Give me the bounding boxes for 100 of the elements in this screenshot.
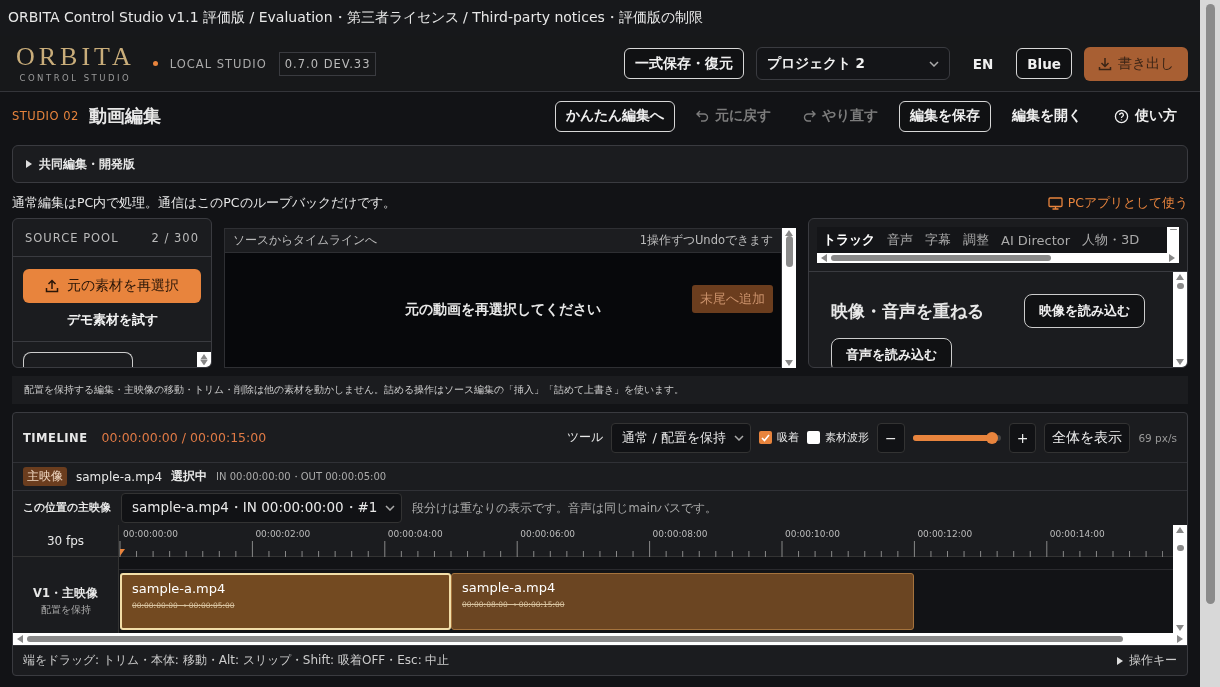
scroll-thumb[interactable] [27,636,1123,642]
import-button[interactable]: 映像を読み込む [1024,294,1145,328]
scrollbar[interactable] [1173,525,1187,633]
checkbox[interactable] [758,431,772,444]
demo-button[interactable]: デモ素材を試す [64,309,160,331]
download-icon [1098,56,1112,71]
status-dot [152,61,158,66]
track-tag: 主映像 [23,467,67,486]
scroll-thumb[interactable] [831,255,1051,261]
tick-label: 00:00:04:00 [387,529,443,539]
clip-name: sample-a.mp4 [132,581,227,596]
fps-label: 30 fps [13,525,118,557]
main-video-select[interactable]: sample-a.mp4・IN 00:00:00:00・#1 [121,493,403,523]
timecode: 00:00:00:00 / 00:00:15:00 [101,430,267,445]
studio-number: STUDIO 02 [12,109,79,123]
empty-message: 元の動画を再選択してください [405,301,601,319]
chevron-down-icon [733,434,744,441]
upload-icon [45,279,59,293]
page-scrollbar[interactable] [1200,0,1220,687]
zoom-slider[interactable] [912,431,1001,444]
monitor-icon [1047,197,1063,210]
scroll-arrow-icon[interactable] [17,635,23,643]
shortcut-toggle[interactable]: 操作キー [1116,652,1177,669]
redo-arrow-icon [803,110,816,122]
scroll-arrow-icon[interactable] [1176,527,1184,533]
in-out-range: IN 00:00:00:00・OUT 00:00:05:00 [216,469,387,484]
zoom-in-button[interactable]: + [1008,422,1037,453]
item-count: 2 / 300 [151,230,199,245]
scale-readout: 69 px/s [1138,431,1177,444]
selection-state: 選択中 [171,468,208,485]
tick-label: 00:00:06:00 [520,529,576,539]
checkbox[interactable] [806,431,820,444]
scrollbar[interactable] [1173,272,1187,367]
tool-select[interactable]: 通常 / 配置を保持 [611,422,751,453]
section-label: 共同編集・開発版 [39,155,135,173]
hint-text: 段分けは重なりの表示です。音声は同じmainバスです。 [412,500,718,516]
reselect-button[interactable]: 元の素材を再選択 [23,269,201,303]
help-button[interactable]: 使い方 [1103,100,1188,132]
undo-hint: 1操作ずつUndoできます [639,233,773,248]
notice-text: 通常編集はPC内で処理。通信はこのPCのループバックだけです。 [12,195,396,212]
action-button[interactable]: かんたん編集へ [555,100,675,132]
import-button[interactable]: 音声を読み込む [831,338,952,367]
scroll-arrow-icon[interactable] [785,360,793,366]
version-badge: 0.7.0 DEV.33 [278,51,377,76]
panel-title: ソースからタイムラインへ [233,233,377,248]
track-mode: 配置を保持 [40,603,91,617]
logo-subtitle: CONTROL STUDIO [19,73,132,83]
tick-label: 00:00:10:00 [785,529,840,539]
zoom-out-button[interactable]: − [876,422,905,453]
action-button[interactable]: 一式保存・復元 [623,48,744,79]
scroll-arrow-icon[interactable] [785,230,793,236]
main-video-label: この位置の主映像 [23,501,111,515]
inspector-tab[interactable]: AI Director [995,227,1077,253]
panel-title: SOURCE POOL [25,230,119,245]
inspector-tab[interactable]: トラック [817,227,881,253]
expand-triangle-icon [25,160,33,168]
file-name: sample-a.mp4 [76,469,163,484]
scroll-thumb[interactable] [1176,545,1184,552]
studio-label: LOCAL STUDIO [169,56,267,71]
clip-name: sample-a.mp4 [462,580,557,595]
desktop-app-link[interactable]: PCアプリとして使う [1047,195,1188,212]
chevron-down-icon [385,505,396,511]
shortcut-hint: 端をドラッグ: トリム・本体: 移動・Alt: スリップ・Shift: 吸着OFF・Esc: 中止 [23,652,450,669]
tick-label: 00:00:08:00 [652,529,708,539]
action-button[interactable]: 編集を保存 [899,100,991,132]
collapsible-section[interactable]: 共同編集・開発版 [12,145,1188,183]
checkbox-label: 素材波形 [824,430,869,445]
action-button[interactable]: Blue [1016,48,1072,79]
tick-label: 00:00:12:00 [917,529,973,539]
undo-arrow-icon [696,110,709,122]
scroll-arrow-icon[interactable] [821,254,827,262]
scroll-arrow-icon[interactable] [1169,254,1175,262]
action-button[interactable]: 編集を開く [1001,100,1093,132]
window-title: ORBITA Control Studio v1.1 評価版 / Evaluation・第三者ライセンス / Third-party notices・評価版の制限 [0,0,1200,36]
scrollbar[interactable] [782,228,796,368]
inspector-tab[interactable]: 調整 [957,227,995,253]
inspector-tab[interactable]: 字幕 [919,227,957,253]
action-button[interactable]: EN [961,48,1005,79]
track-name: V1・主映像 [33,585,98,601]
scroll-thumb[interactable] [785,236,793,267]
timeline-title: TIMELINE [23,430,88,445]
inspector-tab[interactable]: 音声 [881,227,919,253]
tool-label: ツール [567,429,604,446]
info-bar: 配置を保持する編集・主映像の移動・トリム・削除は他の素材を動かしません。詰める操作はソース編集の「挿入」「詰めて上書き」を使います。 [12,376,1188,404]
page-title: 動画編集 [88,104,161,128]
scroll-arrow-icon[interactable] [1176,359,1184,365]
scrollbar[interactable] [13,633,1187,645]
scroll-arrow-icon[interactable] [1176,274,1184,280]
section-heading: 映像・音声を重ねる [831,299,984,323]
help-icon [1114,108,1129,124]
checkbox-label: 吸着 [776,430,799,445]
logo: ORBITA [16,44,135,70]
tick-label: 00:00:14:00 [1049,529,1105,539]
tick-label: 00:00:00:00 [123,529,178,539]
scrollbar[interactable] [197,352,211,367]
inspector-tab[interactable]: 人物・3D [1076,227,1146,253]
fit-button[interactable]: 全体を表示 [1044,422,1131,453]
chevron-down-icon [928,60,939,67]
project-select[interactable]: プロジェクト 2 [755,47,950,80]
scroll-thumb[interactable] [1176,282,1184,290]
